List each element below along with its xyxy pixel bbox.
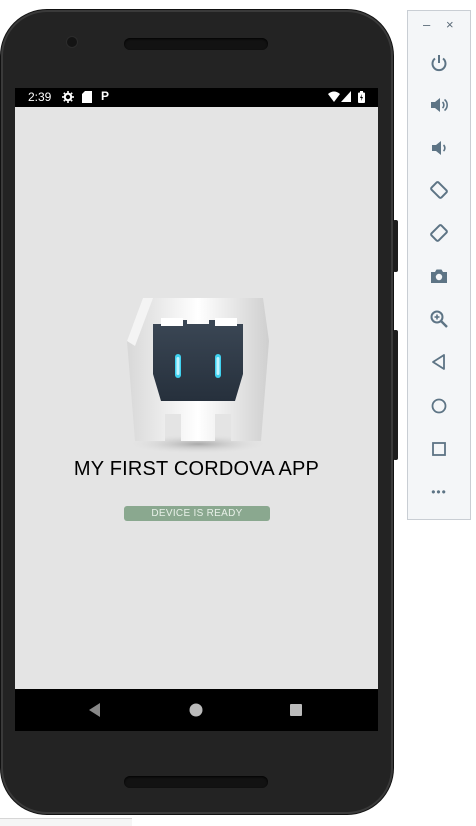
android-nav-bar: [15, 689, 378, 731]
wifi-icon: [328, 91, 340, 105]
volume-up-button[interactable]: [427, 93, 451, 117]
back-tool-button[interactable]: [427, 350, 451, 374]
camera-icon: [431, 269, 447, 283]
rotate-left-button[interactable]: [427, 178, 451, 202]
sd-card-icon: [82, 91, 92, 106]
settings-icon: [62, 91, 74, 106]
more-button[interactable]: •••: [427, 480, 451, 504]
device-screen: 2:39 P MY FIRST CORDOVA APP DEVICE IS RE…: [15, 88, 378, 731]
zoom-icon: [430, 310, 448, 328]
front-camera: [67, 37, 77, 47]
home-icon: [431, 398, 447, 414]
p-notification-icon: P: [101, 89, 110, 103]
status-time: 2:39: [28, 90, 52, 104]
signal-icon: [341, 91, 351, 105]
overview-square-icon: [290, 704, 302, 716]
home-circle-icon: [189, 703, 203, 717]
emulator-toolbar: – × •••: [407, 10, 471, 520]
rotate-left-icon: [430, 181, 448, 199]
status-bar: 2:39 P: [15, 88, 378, 107]
back-triangle-icon: [89, 703, 100, 717]
overview-icon: [432, 442, 446, 456]
cordova-logo: [123, 296, 273, 456]
home-tool-button[interactable]: [427, 394, 451, 418]
back-button[interactable]: [87, 702, 103, 718]
volume-down-button[interactable]: [427, 136, 451, 160]
power-icon: [431, 55, 447, 72]
minimize-button[interactable]: –: [423, 17, 430, 32]
rotate-right-icon: [430, 224, 448, 242]
back-icon: [432, 354, 445, 370]
side-button: [393, 330, 398, 460]
top-speaker: [124, 38, 268, 50]
zoom-button[interactable]: [427, 307, 451, 331]
close-button[interactable]: ×: [446, 17, 454, 32]
app-title: MY FIRST CORDOVA APP: [73, 458, 320, 480]
volume-up-icon: [431, 98, 448, 112]
bottom-speaker: [124, 776, 268, 788]
overview-button[interactable]: [288, 702, 304, 718]
home-button[interactable]: [188, 702, 204, 718]
battery-icon: [358, 91, 365, 106]
rotate-right-button[interactable]: [427, 221, 451, 245]
power-button[interactable]: [427, 51, 451, 75]
overview-tool-button[interactable]: [427, 437, 451, 461]
screenshot-button[interactable]: [427, 264, 451, 288]
device-ready-badge: DEVICE IS READY: [124, 506, 270, 521]
volume-rocker: [393, 220, 398, 272]
volume-down-icon: [432, 141, 446, 155]
more-icon: •••: [431, 485, 447, 499]
